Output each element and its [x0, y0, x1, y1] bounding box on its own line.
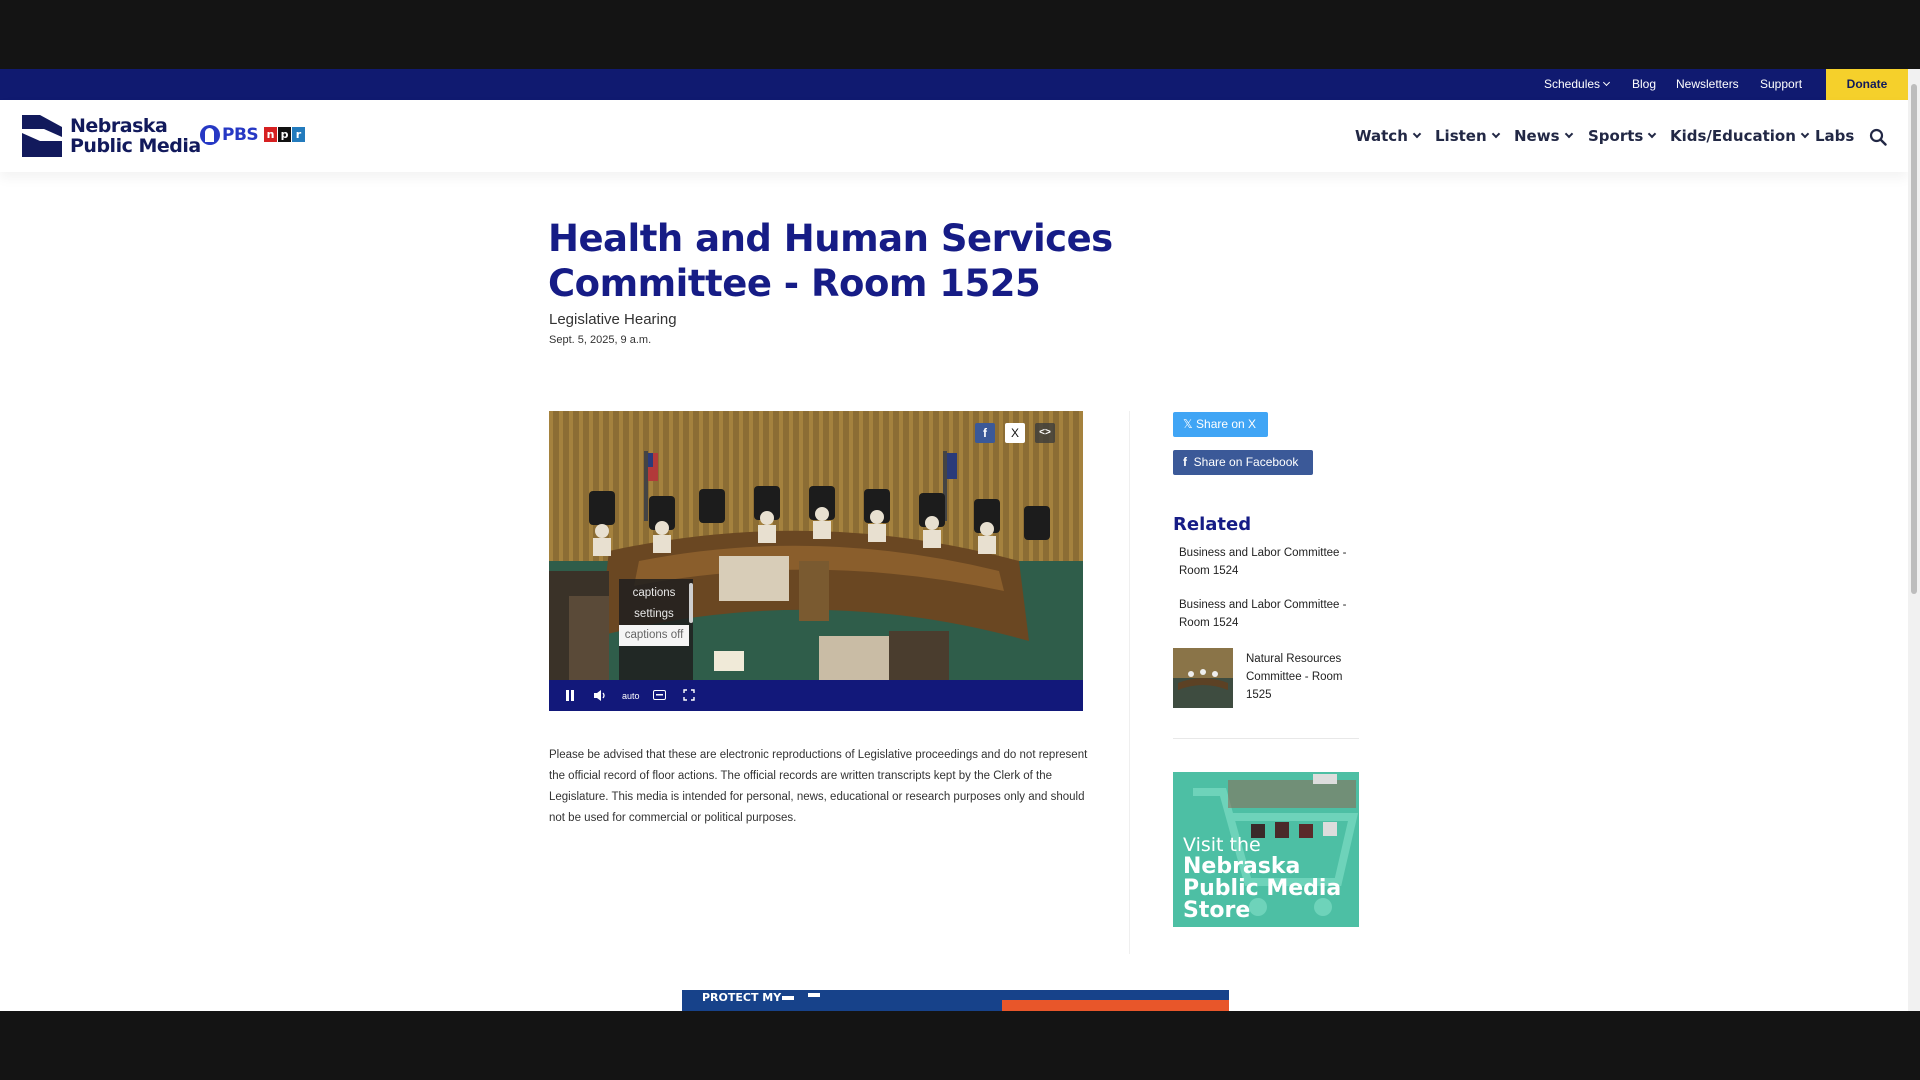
- blog-link[interactable]: Blog: [1632, 69, 1656, 100]
- nav-kids-education[interactable]: Kids/Education: [1670, 100, 1810, 172]
- chevron-down-icon: [1648, 129, 1657, 139]
- chevron-down-icon: [1800, 129, 1810, 139]
- nav-watch-label: Watch: [1355, 127, 1408, 145]
- captions-off-option[interactable]: captions off: [619, 625, 689, 646]
- nav-listen[interactable]: Listen: [1435, 100, 1500, 172]
- store-ad-line-3: Public Media: [1183, 876, 1342, 901]
- nav-news-label: News: [1514, 127, 1560, 145]
- scrollbar-thumb[interactable]: [1911, 84, 1917, 594]
- store-ad-banner[interactable]: Visit the Nebraska Public Media Store: [1173, 772, 1359, 927]
- captions-menu-scrollbar[interactable]: [689, 583, 693, 623]
- video-share-facebook-button[interactable]: f: [975, 423, 995, 443]
- pbs-label: PBS: [222, 125, 259, 145]
- related-item-thumbnail[interactable]: [1173, 648, 1233, 708]
- brand-line-2: Public Media: [70, 135, 201, 157]
- main-header: Nebraska Public Media PBS n p r Watch Li…: [0, 100, 1908, 172]
- video-player[interactable]: f X <> captions settings captions off au…: [549, 411, 1083, 711]
- chevron-down-icon: [1564, 129, 1573, 139]
- related-item[interactable]: Business and Labor Committee - Room 1524: [1179, 596, 1364, 632]
- store-ad-line-1: Visit the: [1183, 834, 1261, 856]
- nav-watch[interactable]: Watch: [1355, 100, 1422, 172]
- captions-icon[interactable]: [653, 690, 666, 700]
- related-heading: Related: [1173, 514, 1252, 535]
- article-date: Sept. 5, 2025, 9 a.m.: [549, 334, 652, 346]
- bottom-ad-stripe: [1002, 1000, 1229, 1011]
- related-item[interactable]: Natural Resources Committee - Room 1525: [1246, 650, 1361, 704]
- store-ad-line-2: Nebraska: [1183, 854, 1301, 879]
- fullscreen-icon[interactable]: [683, 689, 695, 701]
- captions-menu: captions settings captions off: [619, 579, 693, 683]
- share-on-x-button[interactable]: 𝕏 Share on X: [1173, 412, 1268, 437]
- hearing-thumbnail-image: [1173, 648, 1233, 708]
- volume-icon[interactable]: [593, 689, 606, 702]
- video-share-x-button[interactable]: X: [1005, 423, 1025, 443]
- legislative-disclaimer: Please be advised that these are electro…: [549, 749, 1088, 824]
- share-on-facebook-label: Share on Facebook: [1193, 455, 1299, 469]
- pbs-head-icon: [200, 125, 220, 145]
- brand-wordmark[interactable]: Nebraska Public Media: [70, 116, 201, 156]
- nav-sports-label: Sports: [1588, 127, 1644, 145]
- pbs-logo[interactable]: PBS: [200, 124, 259, 146]
- bottom-ad-text: PROTECT MY: [702, 991, 782, 1004]
- search-icon[interactable]: [1869, 128, 1887, 146]
- x-logo-icon: 𝕏: [1183, 417, 1197, 431]
- nebraska-public-media-logo-icon[interactable]: [22, 115, 62, 157]
- related-divider: [1173, 738, 1359, 739]
- related-item[interactable]: Business and Labor Committee - Room 1524: [1179, 544, 1364, 580]
- store-ad-line-4: Store: [1183, 898, 1251, 923]
- pause-icon[interactable]: [565, 690, 575, 701]
- video-embed-button[interactable]: <>: [1035, 423, 1055, 443]
- column-divider: [1129, 411, 1130, 954]
- share-on-x-label: Share on X: [1196, 417, 1257, 431]
- browser-viewport: Schedules Blog Newsletters Support Donat…: [0, 69, 1920, 1011]
- video-control-bar: auto: [549, 680, 1083, 711]
- nav-listen-label: Listen: [1435, 127, 1487, 145]
- share-on-facebook-button[interactable]: f Share on Facebook: [1173, 450, 1313, 475]
- chevron-down-icon: [1491, 129, 1500, 139]
- npr-letter-p: p: [278, 127, 291, 142]
- captions-settings-option[interactable]: captions settings: [619, 579, 689, 625]
- utility-bar: Schedules Blog Newsletters Support Donat…: [0, 69, 1908, 100]
- bottom-ad-banner[interactable]: PROTECT MY: [682, 990, 1229, 1011]
- store-ad-text: Visit the Nebraska Public Media Store: [1183, 834, 1341, 922]
- nav-kids-label: Kids/Education: [1670, 127, 1796, 145]
- quality-selector[interactable]: auto: [622, 689, 640, 703]
- donate-button[interactable]: Donate: [1826, 69, 1908, 100]
- npr-letter-r: r: [292, 127, 305, 142]
- nav-news[interactable]: News: [1514, 100, 1573, 172]
- npr-letter-n: n: [264, 127, 277, 142]
- page-scrollbar[interactable]: [1908, 69, 1920, 1011]
- page-title: Health and Human Services Committee - Ro…: [548, 217, 1113, 305]
- support-link[interactable]: Support: [1760, 69, 1802, 100]
- bottom-ad-flag-icon: [808, 993, 820, 997]
- letterbox-top: [0, 0, 1920, 69]
- letterbox-bottom: [0, 1011, 1920, 1080]
- chevron-down-icon: [1603, 78, 1611, 87]
- chevron-down-icon: [1412, 129, 1422, 139]
- article-subtitle: Legislative Hearing: [549, 311, 677, 328]
- nav-sports[interactable]: Sports: [1588, 100, 1657, 172]
- brand-line-1: Nebraska: [70, 115, 168, 137]
- bottom-ad-flag-icon: [782, 996, 794, 1000]
- newsletters-link[interactable]: Newsletters: [1676, 69, 1739, 100]
- facebook-logo-icon: f: [1183, 455, 1194, 469]
- nav-labs[interactable]: Labs: [1815, 100, 1854, 172]
- schedules-link[interactable]: Schedules: [1544, 69, 1611, 100]
- schedules-label: Schedules: [1544, 77, 1601, 91]
- npr-logo[interactable]: n p r: [264, 127, 305, 142]
